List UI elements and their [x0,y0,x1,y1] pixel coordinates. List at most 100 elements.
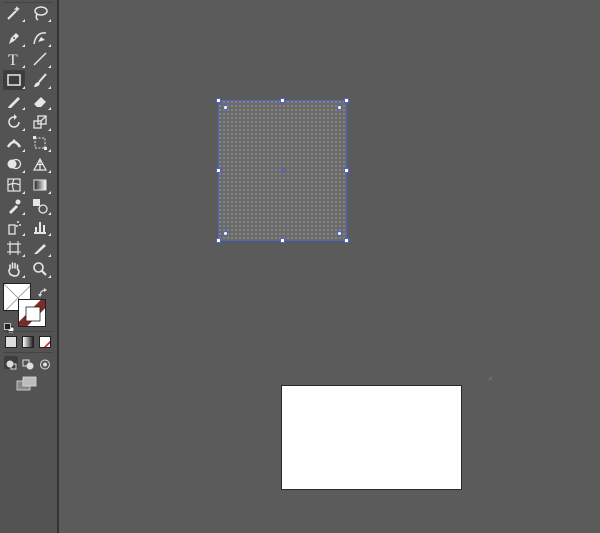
column-graph-icon [34,222,46,234]
width-icon [6,139,22,148]
flyout-indicator [48,170,51,173]
none-mode-button[interactable] [39,336,51,348]
flyout-indicator [22,233,25,236]
hand-tool-button[interactable] [3,259,25,279]
handle-bottom-middle[interactable] [280,238,285,243]
none-color-icon [43,340,50,347]
lasso-icon [34,6,48,21]
width-tool-button[interactable] [3,133,25,153]
paintbrush-icon [34,73,47,87]
curvature-tool-button[interactable] [29,28,51,48]
scale-tool-button[interactable] [29,112,51,132]
blend-tool-button[interactable] [29,196,51,216]
swap-fill-stroke-button[interactable] [38,283,48,297]
handle-bottom-right[interactable] [344,238,349,243]
gradient-tool-button[interactable] [29,175,51,195]
handle-top-right[interactable] [344,98,349,103]
eraser-tool-button[interactable] [29,91,51,111]
perspective-grid-tool-button[interactable] [29,154,51,174]
gradient-mode-button[interactable] [22,336,34,348]
flyout-indicator [22,107,25,110]
mesh-tool-button[interactable] [3,175,25,195]
flyout-indicator [48,65,51,68]
flyout-indicator [22,65,25,68]
perspective-grid-icon [32,157,48,171]
flyout-indicator [22,19,25,22]
rotate-tool-button[interactable] [3,112,25,132]
artboard-icon [7,241,21,255]
draw-normal-button[interactable] [4,356,18,370]
flyout-indicator [22,275,25,278]
flyout-indicator [22,44,25,47]
pen-icon [9,33,19,44]
mesh-icon [7,178,21,192]
type-tool-button[interactable]: T [3,49,25,69]
flyout-indicator [48,19,51,22]
handle-bottom-left[interactable] [216,238,221,243]
default-fill-stroke-button[interactable] [4,318,15,334]
symbol-sprayer-tool-button[interactable] [3,217,25,237]
pencil-tool-button[interactable] [3,91,25,111]
toolbar-divider [3,352,53,353]
line-segment-icon [33,52,47,66]
rotate-icon [8,114,20,128]
artboard-tool-button[interactable] [3,238,25,258]
corner-widget-top-right[interactable] [337,105,342,110]
flyout-indicator [48,212,51,215]
flyout-indicator [48,254,51,257]
flyout-indicator [22,86,25,89]
handle-top-left[interactable] [216,98,221,103]
blend-icon [33,199,48,214]
slice-tool-button[interactable] [29,238,51,258]
zoom-tool-button[interactable] [29,259,51,279]
eraser-icon [34,97,46,107]
handle-top-middle[interactable] [280,98,285,103]
magic-wand-icon [7,6,20,20]
flyout-indicator [22,254,25,257]
stroke-none-slash-icon [19,300,45,326]
draw-inside-button[interactable] [38,356,52,370]
pencil-icon [8,97,20,108]
symbol-sprayer-icon [8,221,21,235]
tools-panel: T [0,0,59,533]
free-transform-tool-button[interactable] [29,133,51,153]
pen-tool-button[interactable] [3,28,25,48]
shape-builder-icon [7,158,22,170]
stroke-swatch[interactable] [18,299,46,327]
flyout-indicator [48,191,51,194]
handle-middle-left[interactable] [216,168,221,173]
paintbrush-tool-button[interactable] [29,70,51,90]
slice-icon [34,244,46,254]
line-segment-tool-button[interactable] [29,49,51,69]
eyedropper-tool-button[interactable] [3,196,25,216]
draw-normal-icon [6,360,17,370]
column-graph-tool-button[interactable] [29,217,51,237]
flyout-indicator [22,191,25,194]
corner-widget-bottom-left[interactable] [223,231,228,236]
flyout-indicator [22,170,25,173]
rectangle-tool-button[interactable] [3,70,25,90]
flyout-indicator [48,44,51,47]
free-transform-icon [33,136,47,150]
svg-text:T: T [8,52,18,69]
artboard[interactable] [281,385,462,490]
corner-widget-bottom-right[interactable] [337,231,342,236]
zoom-icon [33,262,47,276]
magic-wand-tool-button[interactable] [3,3,25,23]
flyout-indicator [22,149,25,152]
lasso-tool-button[interactable] [29,3,51,23]
canvas-speck [489,377,492,380]
corner-widget-top-left[interactable] [223,105,228,110]
handle-middle-right[interactable] [344,168,349,173]
draw-behind-button[interactable] [21,356,35,370]
canvas[interactable] [59,0,600,533]
flyout-indicator [48,107,51,110]
flyout-indicator [48,128,51,131]
color-mode-button[interactable] [5,336,17,348]
type-icon: T [8,52,18,69]
shape-builder-tool-button[interactable] [3,154,25,174]
scale-icon [33,115,47,129]
flyout-indicator [22,212,25,215]
screen-mode-button[interactable] [16,376,38,392]
toolbar-divider [3,331,53,332]
